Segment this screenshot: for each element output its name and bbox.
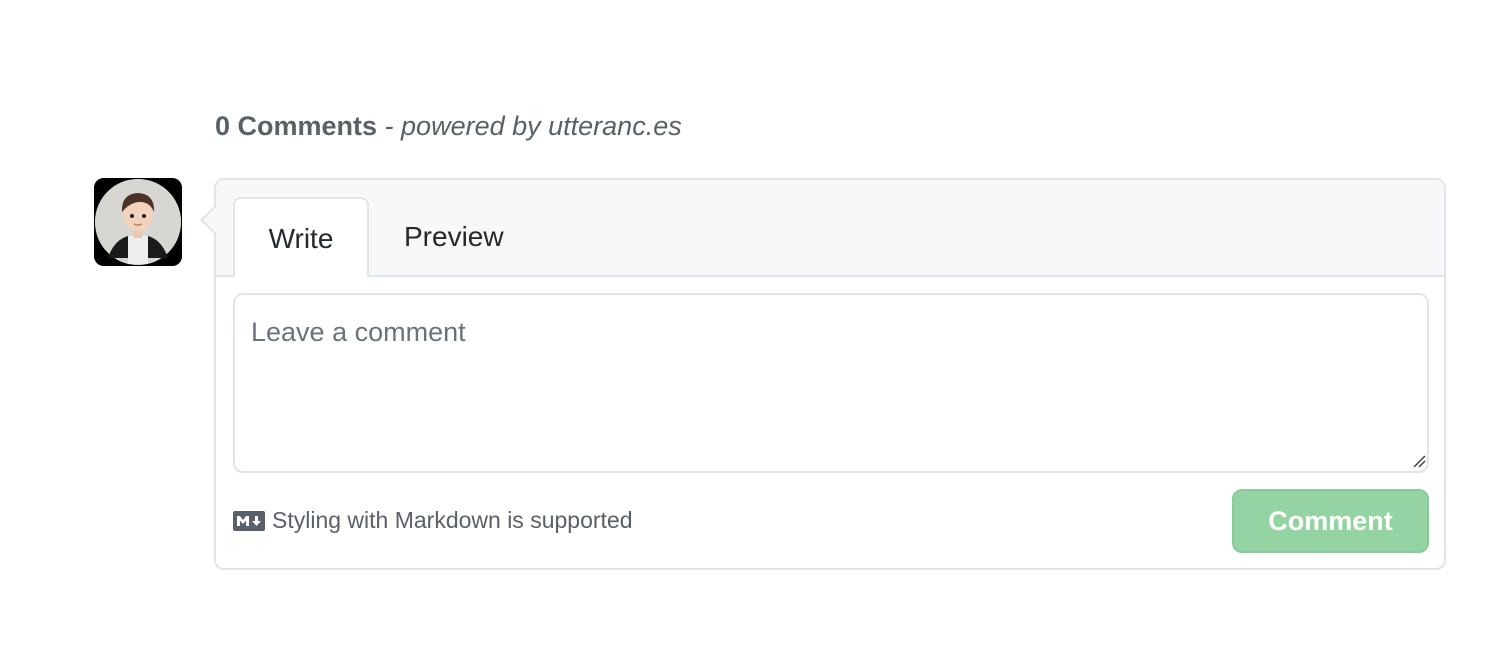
markdown-hint[interactable]: Styling with Markdown is supported xyxy=(233,507,633,534)
markdown-hint-label: Styling with Markdown is supported xyxy=(272,507,633,533)
tab-write[interactable]: Write xyxy=(233,197,369,277)
resize-handle-icon[interactable] xyxy=(1412,454,1426,468)
tab-bar: Write Preview xyxy=(216,180,1444,277)
comment-form: Write Preview Styling with Markdown is s… xyxy=(200,178,1446,570)
comment-footer: Styling with Markdown is supported Comme… xyxy=(233,489,1429,553)
comments-header: 0 Comments - powered by utteranc.es xyxy=(215,108,682,144)
avatar[interactable] xyxy=(94,178,182,266)
powered-by-link[interactable]: - powered by utteranc.es xyxy=(377,111,682,141)
user-avatar-icon xyxy=(94,178,182,266)
comment-submit-button[interactable]: Comment xyxy=(1232,489,1429,553)
markdown-icon xyxy=(233,510,265,531)
comment-count: 0 Comments xyxy=(215,111,378,141)
comment-textarea[interactable] xyxy=(233,293,1429,473)
tab-preview[interactable]: Preview xyxy=(372,197,536,277)
